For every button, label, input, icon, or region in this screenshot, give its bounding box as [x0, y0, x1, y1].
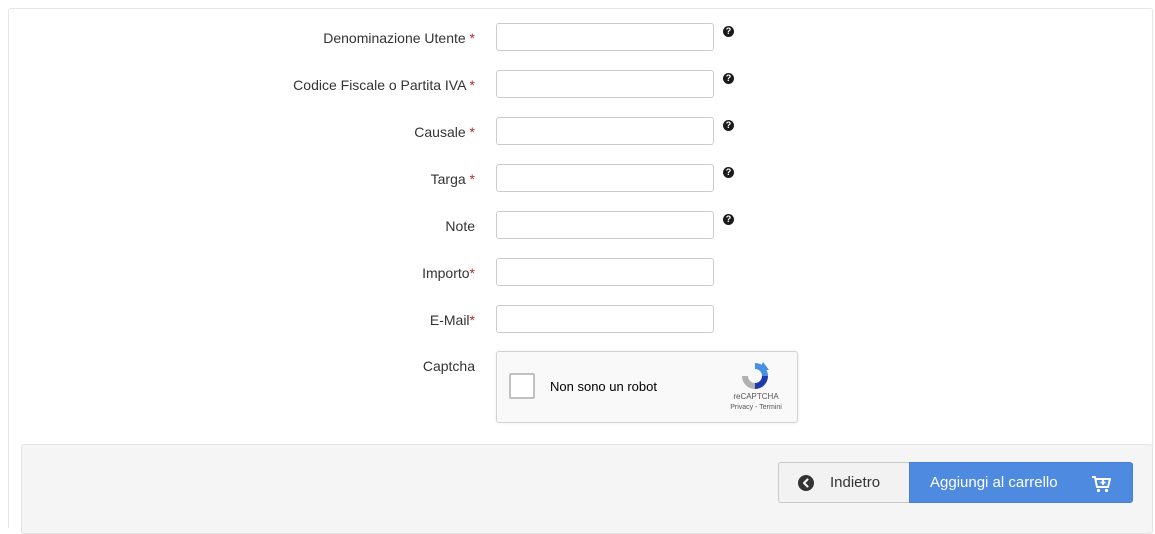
- required-marker: *: [465, 124, 475, 140]
- importo-input[interactable]: [496, 258, 714, 286]
- field-label: Note: [445, 218, 475, 234]
- required-marker: *: [469, 312, 475, 328]
- form-row-codice-fiscale: Codice Fiscale o Partita IVA * ?: [0, 70, 1155, 100]
- targa-input[interactable]: [496, 164, 714, 192]
- denominazione-utente-input[interactable]: [496, 23, 714, 51]
- field-label: Targa *: [430, 171, 475, 187]
- required-marker: *: [465, 77, 475, 93]
- required-marker: *: [465, 171, 475, 187]
- back-button-label: Indietro: [830, 474, 881, 491]
- recaptcha-widget: Non sono un robot reCAPTCHA Privacy - Te…: [496, 351, 798, 423]
- form-row-causale: Causale * ?: [0, 117, 1155, 147]
- question-circle-icon[interactable]: ?: [723, 26, 734, 37]
- email-input[interactable]: [496, 305, 714, 333]
- form-row-importo: Importo*: [0, 258, 1155, 288]
- field-label: Causale *: [414, 124, 475, 140]
- codice-fiscale-input[interactable]: [496, 70, 714, 98]
- required-marker: *: [465, 30, 475, 46]
- field-label: Importo*: [422, 265, 475, 281]
- question-circle-icon[interactable]: ?: [723, 120, 734, 131]
- recaptcha-logo-icon: [742, 362, 769, 389]
- field-label: Codice Fiscale o Partita IVA *: [293, 77, 475, 93]
- recaptcha-checkbox[interactable]: [509, 373, 535, 399]
- recaptcha-checkbox-label: Non sono un robot: [550, 379, 657, 394]
- note-input[interactable]: [496, 211, 714, 239]
- question-circle-icon[interactable]: ?: [723, 214, 734, 225]
- back-button[interactable]: Indietro: [778, 462, 909, 503]
- causale-input[interactable]: [496, 117, 714, 145]
- form-row-note: Note ?: [0, 211, 1155, 241]
- captcha-label: Captcha: [422, 358, 475, 374]
- chevron-left-circle-icon: [798, 475, 814, 491]
- form-row-denominazione: Denominazione Utente * ?: [0, 23, 1155, 53]
- add-to-cart-button[interactable]: Aggiungi al carrello: [909, 462, 1133, 503]
- field-label: E-Mail*: [429, 312, 475, 328]
- recaptcha-brand: reCAPTCHA: [733, 392, 779, 401]
- add-to-cart-label: Aggiungi al carrello: [930, 474, 1058, 491]
- recaptcha-privacy-terms-link[interactable]: Privacy - Termini: [723, 404, 789, 411]
- question-circle-icon[interactable]: ?: [723, 167, 734, 178]
- form-row-targa: Targa * ?: [0, 164, 1155, 194]
- question-circle-icon[interactable]: ?: [723, 73, 734, 84]
- required-marker: *: [469, 265, 475, 281]
- form-row-email: E-Mail*: [0, 305, 1155, 335]
- field-label: Denominazione Utente *: [323, 30, 475, 46]
- cart-plus-icon: [1092, 476, 1111, 493]
